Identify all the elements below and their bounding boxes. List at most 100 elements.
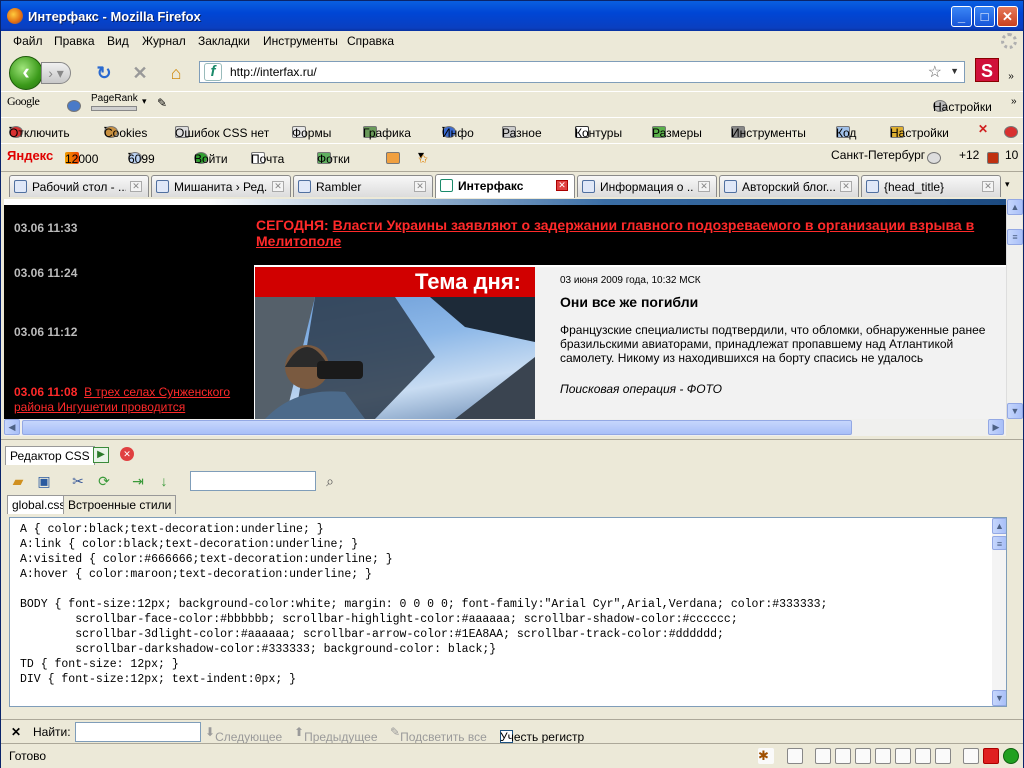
pagerank-dropdown-icon[interactable]: ▾: [142, 96, 147, 107]
home-button[interactable]: ⌂: [165, 62, 187, 84]
scroll-right-icon[interactable]: ▶: [988, 419, 1004, 435]
tab-close-icon[interactable]: ✕: [982, 181, 994, 192]
yandex-star-button[interactable]: ✩ ▾: [418, 148, 428, 166]
scroll-left-icon[interactable]: ◀: [4, 419, 20, 435]
tab-rambler[interactable]: Rambler ✕: [293, 175, 433, 197]
menu-history[interactable]: Журнал: [142, 34, 186, 48]
editor-scroll-thumb[interactable]: ≡: [992, 536, 1006, 550]
menu-view[interactable]: Вид: [107, 34, 129, 48]
addon-icon-7[interactable]: [935, 748, 951, 764]
news-item[interactable]: 03.06 11:24: [14, 266, 77, 280]
editor-search-input[interactable]: [190, 471, 316, 491]
file-tab-inline-styles[interactable]: Встроенные стили: [63, 495, 177, 514]
tab-list-icon[interactable]: ▾: [1005, 179, 1010, 190]
find-previous-button[interactable]: ⬆ Предыдущее: [294, 725, 378, 744]
webdev-resize[interactable]: Размеры ▾: [652, 122, 702, 140]
webdev-disable[interactable]: Отключить ▾: [9, 122, 70, 140]
yandex-mail[interactable]: Почта ▾: [251, 148, 284, 166]
addon-icon-3[interactable]: [855, 748, 871, 764]
css-code[interactable]: A { color:black;text-decoration:underlin…: [20, 522, 980, 687]
file-tab-global-css[interactable]: global.css: [7, 495, 71, 514]
story-photo-link[interactable]: Поисковая операция - ФОТО: [560, 382, 722, 396]
addon-icon-2[interactable]: [835, 748, 851, 764]
webdev-tools[interactable]: Инструменты ▾: [731, 122, 806, 140]
export-icon[interactable]: ⇥: [129, 472, 147, 490]
ok-status-icon[interactable]: [1003, 748, 1019, 764]
yandex-extra-button[interactable]: ▾: [386, 148, 400, 164]
url-text[interactable]: http://interfax.ru/: [230, 65, 317, 79]
yandex-traffic[interactable]: 10: [1005, 148, 1018, 162]
webdev-images[interactable]: Графика ▾: [363, 122, 411, 140]
search-icon[interactable]: ⌕: [321, 472, 339, 490]
url-bar[interactable]: f http://interfax.ru/ ☆ ▼: [199, 61, 965, 83]
findbar-close-icon[interactable]: ✕: [11, 725, 21, 739]
tab-blog[interactable]: Авторский блог... ✕: [719, 175, 859, 197]
scroll-thumb[interactable]: ≡: [1007, 229, 1023, 245]
yandex-logo[interactable]: Яндекс: [7, 148, 53, 163]
page-horizontal-scrollbar[interactable]: ◀ ▶: [4, 419, 1006, 436]
webdev-info[interactable]: Инфо ▾: [442, 122, 474, 140]
addon-icon-1[interactable]: [815, 748, 831, 764]
stop-button[interactable]: ✕: [129, 62, 151, 84]
tab-info[interactable]: Информация о ... ✕: [577, 175, 717, 197]
menu-tools[interactable]: Инструменты: [263, 34, 338, 48]
editor-preview-icon[interactable]: ▶: [93, 447, 109, 463]
tab-head-title[interactable]: {head_title} ✕: [861, 175, 1001, 197]
menu-bookmarks[interactable]: Закладки: [198, 34, 250, 48]
addon-icon-4[interactable]: [875, 748, 891, 764]
page-icon[interactable]: [787, 748, 803, 764]
find-next-button[interactable]: ⬇ Следующее: [205, 725, 282, 744]
open-file-icon[interactable]: ▰: [9, 472, 27, 490]
reload-button[interactable]: ↻: [93, 62, 115, 84]
pencil-icon[interactable]: ✎: [157, 96, 167, 110]
tab-close-icon[interactable]: ✕: [272, 181, 284, 192]
tools-icon[interactable]: [963, 748, 979, 764]
menu-edit[interactable]: Правка: [54, 34, 95, 48]
tab-desktop[interactable]: Рабочий стол - ... ✕: [9, 175, 149, 197]
maximize-button[interactable]: □: [974, 6, 995, 27]
tab-interfax[interactable]: Интерфакс ✕: [435, 174, 575, 198]
highlight-all-button[interactable]: ✎ Подсветить все: [390, 725, 487, 744]
forward-button[interactable]: › ▾: [41, 62, 71, 84]
scroll-down-icon[interactable]: ▼: [1007, 403, 1023, 419]
story-headline[interactable]: Они все же погибли: [560, 294, 698, 310]
editor-close-icon[interactable]: ✕: [120, 447, 134, 461]
yandex-rank[interactable]: 12000 ▾: [65, 148, 98, 166]
editor-scroll-down-icon[interactable]: ▼: [992, 690, 1006, 706]
horizontal-scroll-thumb[interactable]: [22, 420, 852, 435]
addon-icon-5[interactable]: [895, 748, 911, 764]
toolbar-overflow-icon[interactable]: »: [1005, 66, 1017, 88]
page-vertical-scrollbar[interactable]: ▲ ≡ ▼: [1006, 199, 1023, 419]
stop-status-icon[interactable]: [983, 748, 999, 764]
save-file-icon[interactable]: ▣: [35, 472, 53, 490]
news-item[interactable]: 03.06 11:12: [14, 325, 77, 339]
css-code-editor[interactable]: A { color:black;text-decoration:underlin…: [9, 517, 1007, 707]
s-addon-button[interactable]: S: [975, 58, 999, 82]
google-overflow-icon[interactable]: »: [1011, 96, 1017, 107]
webdev-options[interactable]: Настройки ▾: [890, 122, 949, 140]
story-photo[interactable]: [255, 297, 535, 419]
webdev-cookies[interactable]: Cookies ▾: [104, 122, 147, 140]
editor-scroll-up-icon[interactable]: ▲: [992, 518, 1006, 534]
webdev-misc[interactable]: Разное ▾: [502, 122, 542, 140]
menu-help[interactable]: Справка: [347, 34, 394, 48]
cut-icon[interactable]: ✂: [69, 472, 87, 490]
close-button[interactable]: ✕: [997, 6, 1018, 27]
tab-close-icon[interactable]: ✕: [840, 181, 852, 192]
url-dropdown-icon[interactable]: ▼: [950, 66, 959, 76]
back-button[interactable]: ‹: [9, 56, 43, 90]
bug-icon[interactable]: ✱: [758, 748, 774, 764]
menu-file[interactable]: Файл: [13, 34, 43, 48]
webdev-source[interactable]: Код ▾: [836, 122, 856, 140]
tab-close-icon[interactable]: ✕: [414, 181, 426, 192]
download-icon[interactable]: ↓: [155, 472, 173, 490]
yandex-counter[interactable]: 6099 ▾: [128, 148, 155, 166]
bookmark-star-icon[interactable]: ☆: [928, 62, 942, 82]
scroll-up-icon[interactable]: ▲: [1007, 199, 1023, 215]
addon-icon-6[interactable]: [915, 748, 931, 764]
tab-close-icon[interactable]: ✕: [130, 181, 142, 192]
webdev-forms[interactable]: Формы ▾: [292, 122, 331, 140]
news-item[interactable]: 03.06 11:33: [14, 221, 77, 235]
webdev-outline[interactable]: Контуры ▾: [575, 122, 622, 140]
yandex-temperature[interactable]: +12: [959, 148, 979, 162]
